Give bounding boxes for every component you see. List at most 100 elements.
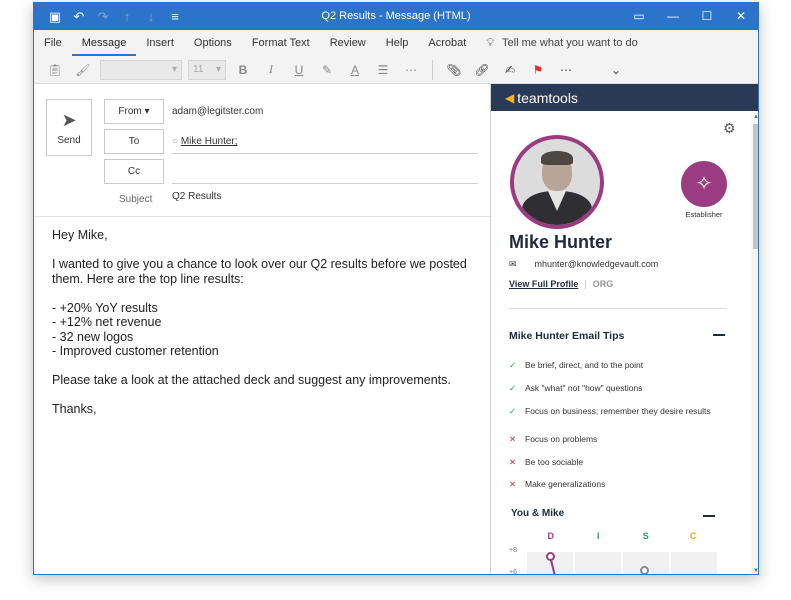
bullet-item: - Improved customer retention	[52, 344, 219, 358]
tab-message[interactable]: Message	[71, 30, 137, 56]
from-field: adam@legitster.com	[172, 106, 264, 117]
tab-help[interactable]: Help	[376, 30, 419, 56]
panel-scrollbar[interactable]: ▲ ▼	[751, 112, 758, 574]
to-field[interactable]: ○ Mike Hunter;	[172, 129, 478, 154]
more-format-icon[interactable]: ⋯	[400, 63, 422, 77]
teamtools-logo-icon: ◀	[505, 90, 515, 105]
attach-icon[interactable]: 📎︎	[443, 63, 465, 77]
recipient-mike-hunter[interactable]: Mike Hunter;	[181, 136, 238, 147]
email-tips-title: Mike Hunter Email Tips	[509, 330, 625, 342]
profile-email: mhunter@knowledgevault.com	[534, 259, 659, 269]
lightbulb-icon: 💡︎	[486, 36, 495, 49]
tip-item: ✕ Make generalizations	[509, 479, 606, 489]
collapse-ribbon-icon[interactable]: ⌄	[605, 63, 627, 77]
signature-icon[interactable]: ✍︎	[499, 63, 521, 77]
ribbon-toolbar: 📋︎ 🖌︎ ▾ 11 ▾ B I U ✎ A ☰ ⋯ 📎︎ 🔗︎ ✍︎ ⚑ ⋯ ⌄	[34, 56, 758, 84]
tab-format-text[interactable]: Format Text	[242, 30, 320, 56]
title-bar: ▣ ↶ ↷ ↑ ↓ ≡ Q2 Results - Message (HTML) …	[34, 3, 758, 30]
disc-column-headers: D I S C	[527, 531, 717, 541]
tell-me-text: Tell me what you want to do	[502, 37, 638, 49]
compose-pane: ➤ Send From ▾ adam@legitster.com To ○ Mi…	[34, 85, 490, 574]
intro-paragraph: I wanted to give you a chance to look ov…	[52, 257, 467, 286]
bold-icon[interactable]: B	[232, 63, 254, 77]
subject-field[interactable]: Q2 Results	[172, 191, 221, 202]
bullets-icon[interactable]: ☰	[372, 63, 394, 77]
tab-insert[interactable]: Insert	[136, 30, 184, 56]
scroll-thumb[interactable]	[753, 124, 758, 249]
x-icon: ✕	[509, 457, 517, 467]
bullet-item: - +12% net revenue	[52, 315, 162, 329]
link-separator: |	[584, 279, 587, 289]
font-size-combo[interactable]: 11 ▾	[188, 59, 226, 80]
collapse-tips-button[interactable]	[713, 334, 725, 336]
collapse-you-and-button[interactable]	[703, 515, 715, 517]
tip-item: ✓ Be brief, direct, and to the point	[509, 360, 644, 370]
header-divider	[34, 216, 490, 217]
x-icon: ✕	[509, 479, 517, 489]
teamtools-header: ◀ teamtools	[491, 84, 758, 111]
highlight-icon[interactable]: ✎	[316, 63, 338, 77]
ribbon-display-icon[interactable]: ▭	[622, 3, 656, 30]
view-full-profile-link[interactable]: View Full Profile	[509, 279, 578, 289]
send-button[interactable]: ➤ Send	[46, 99, 92, 156]
closing: Thanks,	[52, 402, 97, 416]
font-name-combo[interactable]: ▾	[100, 59, 182, 80]
tip-item: ✓ Focus on business; remember they desire…	[509, 406, 711, 416]
gear-icon[interactable]: ⚙	[723, 120, 736, 137]
org-link[interactable]: ORG	[593, 279, 614, 289]
scroll-down-icon[interactable]: ▼	[751, 568, 758, 574]
window-controls: ▭ — ☐ ✕	[622, 3, 758, 30]
message-body[interactable]: Hey Mike, I wanted to give you a chance …	[52, 228, 482, 431]
maximize-icon[interactable]: ☐	[690, 3, 724, 30]
results-list: - +20% YoY results - +12% net revenue - …	[52, 301, 482, 359]
cc-button[interactable]: Cc	[104, 159, 164, 184]
format-painter-icon[interactable]: 🖌︎	[72, 63, 94, 77]
profile-email-row: ✉ mhunter@knowledgevault.com	[509, 259, 658, 270]
disc-cell	[575, 552, 621, 574]
minimize-icon[interactable]: —	[656, 3, 690, 30]
disc-type-label: Establisher	[685, 210, 723, 219]
section-divider	[509, 308, 727, 309]
disc-letter-c: C	[690, 531, 697, 541]
disc-letter-s: S	[642, 531, 649, 541]
link-icon[interactable]: 🔗︎	[471, 63, 493, 77]
to-button[interactable]: To	[104, 129, 164, 154]
teamtools-brand: teamtools	[517, 89, 578, 106]
disc-marker-you	[640, 566, 649, 574]
disc-cell	[671, 552, 717, 574]
tip-item: ✕ Focus on problems	[509, 434, 598, 444]
scroll-up-icon[interactable]: ▲	[751, 114, 758, 120]
greeting: Hey Mike,	[52, 228, 108, 242]
tab-acrobat[interactable]: Acrobat	[418, 30, 476, 56]
flag-icon[interactable]: ⚑	[527, 63, 549, 77]
you-and-mike-title: You & Mike	[511, 508, 565, 519]
tab-file[interactable]: File	[34, 30, 72, 56]
italic-icon[interactable]: I	[260, 62, 282, 77]
x-icon: ✕	[509, 434, 517, 444]
more-commands-icon[interactable]: ⋯	[555, 63, 577, 77]
outlook-window: ▣ ↶ ↷ ↑ ↓ ≡ Q2 Results - Message (HTML) …	[33, 2, 759, 575]
check-icon: ✓	[509, 406, 517, 416]
paste-icon[interactable]: 📋︎	[44, 63, 66, 77]
tell-me-box[interactable]: 💡︎ Tell me what you want to do	[486, 37, 637, 50]
from-button[interactable]: From ▾	[104, 99, 164, 124]
send-icon: ➤	[61, 110, 77, 130]
cc-field[interactable]	[172, 159, 478, 184]
mail-icon: ✉	[509, 259, 517, 269]
tab-review[interactable]: Review	[320, 30, 376, 56]
disc-letter-d: D	[547, 531, 555, 541]
teamtools-panel: ◀ teamtools ⚙ ✧ Establisher Mike Hunter …	[490, 84, 758, 574]
font-color-icon[interactable]: A	[344, 63, 366, 77]
recipient-status-icon: ○	[172, 136, 179, 147]
avatar	[510, 135, 604, 229]
toolbar-divider	[432, 59, 433, 80]
underline-icon[interactable]: U	[288, 63, 310, 77]
bullet-item: - 32 new logos	[52, 329, 134, 344]
close-icon[interactable]: ✕	[724, 3, 758, 30]
tab-options[interactable]: Options	[184, 30, 242, 56]
tip-item: ✕ Be too sociable	[509, 457, 584, 467]
bullet-item: - +20% YoY results	[52, 300, 158, 315]
check-icon: ✓	[509, 360, 517, 370]
profile-links: View Full Profile | ORG	[509, 279, 613, 289]
disc-marker-mike	[546, 552, 555, 561]
